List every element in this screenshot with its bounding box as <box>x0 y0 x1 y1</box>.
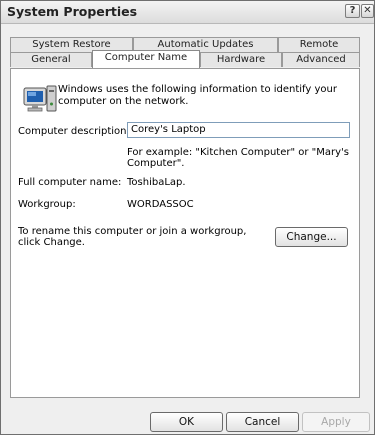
cancel-button[interactable]: Cancel <box>226 412 299 432</box>
rename-text: To rename this computer or join a workgr… <box>18 226 247 248</box>
window-title: System Properties <box>7 4 138 19</box>
example-text: For example: "Kitchen Computer" or "Mary… <box>127 147 349 169</box>
close-button[interactable]: ✕ <box>361 4 374 18</box>
ok-button[interactable]: OK <box>150 412 223 432</box>
tab-hardware[interactable]: Hardware <box>200 52 282 67</box>
change-button[interactable]: Change... <box>275 227 348 247</box>
tab-computer-name[interactable]: Computer Name <box>92 50 200 68</box>
description-label: Computer description: <box>18 126 130 137</box>
computer-icon <box>23 84 57 117</box>
workgroup-label: Workgroup: <box>18 199 76 210</box>
tab-remote[interactable]: Remote <box>278 37 360 52</box>
help-icon: ? <box>349 5 356 16</box>
full-name-label: Full computer name: <box>18 177 122 188</box>
help-button[interactable]: ? <box>345 4 360 18</box>
workgroup-value: WORDASSOC <box>127 199 194 210</box>
close-icon: ✕ <box>363 5 372 16</box>
full-name-value: ToshibaLap. <box>127 177 186 188</box>
intro-text: Windows uses the following information t… <box>58 84 337 107</box>
computer-name-panel: Windows uses the following information t… <box>10 68 360 398</box>
tab-general[interactable]: General <box>10 52 92 67</box>
computer-description-input[interactable]: Corey's Laptop <box>127 122 350 138</box>
apply-button[interactable]: Apply <box>302 412 370 432</box>
tab-advanced[interactable]: Advanced <box>282 52 360 67</box>
title-bar[interactable]: System Properties ? ✕ <box>1 1 374 24</box>
system-properties-window: System Properties ? ✕ System Restore Aut… <box>0 0 375 435</box>
